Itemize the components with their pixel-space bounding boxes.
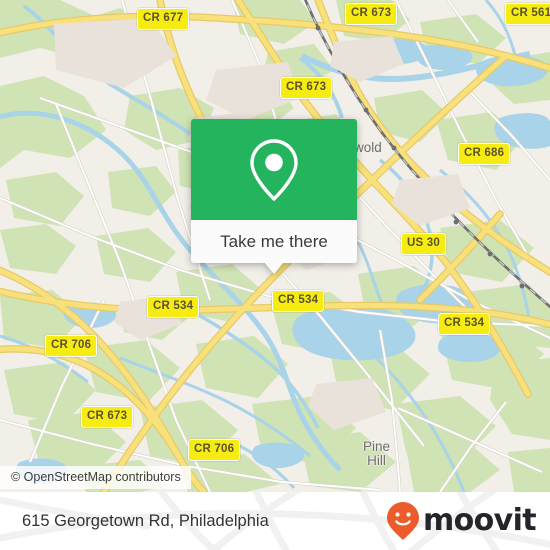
map-screen: CR 677 CR 673 CR 561 CR 673 CR 686 US 30 CR 53… (0, 0, 550, 550)
moovit-wordmark: moovit (422, 503, 537, 538)
road-shield: CR 706 (188, 439, 241, 461)
place-label: Pine Hill (363, 439, 391, 468)
map-pin-icon (250, 138, 298, 201)
destination-callout[interactable]: Take me there (191, 119, 357, 274)
road-shield: CR 677 (137, 8, 190, 30)
callout-tail (264, 262, 284, 274)
road-shield: CR 686 (458, 143, 511, 165)
road-shield: CR 534 (438, 313, 491, 335)
place-label: wold (354, 140, 382, 155)
road-shield: CR 673 (81, 406, 134, 428)
callout-action-panel[interactable]: Take me there (191, 220, 357, 263)
road-shield: CR 561 (505, 3, 550, 25)
address-label: 615 Georgetown Rd, Philadelphia (22, 511, 269, 530)
map-canvas[interactable]: CR 677 CR 673 CR 561 CR 673 CR 686 US 30 CR 53… (0, 0, 550, 492)
footer-bar: 615 Georgetown Rd, Philadelphia moovit (0, 492, 550, 550)
moovit-logo[interactable]: moovit (386, 492, 537, 550)
callout-pin-panel (191, 119, 357, 220)
road-shield: US 30 (401, 233, 446, 255)
road-shield: CR 673 (280, 77, 333, 99)
moovit-smiley-pin-icon (386, 502, 419, 540)
road-shield: CR 534 (272, 290, 325, 312)
road-shield: CR 534 (147, 296, 200, 318)
road-shield: CR 706 (45, 335, 98, 357)
take-me-there-label: Take me there (220, 231, 328, 251)
osm-attribution[interactable]: © OpenStreetMap contributors (0, 466, 191, 489)
road-shield: CR 673 (345, 3, 398, 25)
